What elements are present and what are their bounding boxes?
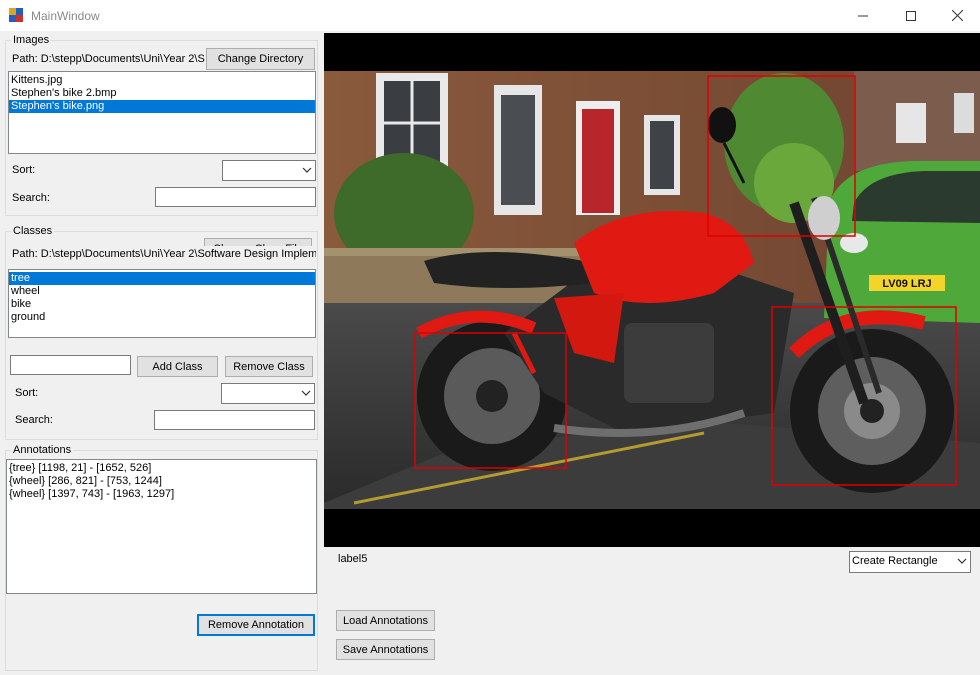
image-list-item[interactable]: Stephen's bike 2.bmp <box>9 87 315 100</box>
change-class-file-button-clip: Change Class File <box>204 238 312 246</box>
remove-annotation-button[interactable]: Remove Annotation <box>197 614 315 636</box>
images-group-legend: Images <box>11 34 52 46</box>
class-list-item[interactable]: bike <box>9 298 315 311</box>
save-annotations-button[interactable]: Save Annotations <box>336 639 435 660</box>
minimize-button[interactable] <box>840 0 886 31</box>
add-class-button[interactable]: Add Class <box>137 356 218 377</box>
class-list-item[interactable]: wheel <box>9 285 315 298</box>
new-class-input[interactable] <box>10 355 131 375</box>
close-button[interactable] <box>934 0 980 31</box>
minimize-icon <box>858 15 868 16</box>
chevron-down-icon <box>301 390 311 396</box>
change-class-file-button[interactable]: Change Class File <box>204 238 312 246</box>
annotations-group-legend: Annotations <box>11 444 74 456</box>
classes-group-legend: Classes <box>11 225 55 237</box>
annotations-listbox[interactable]: {tree} [1198, 21] - [1652, 526] {wheel} [… <box>6 459 317 594</box>
classes-search-input[interactable] <box>154 410 315 430</box>
load-annotations-button[interactable]: Load Annotations <box>336 610 435 631</box>
classes-listbox[interactable]: tree wheel bike ground <box>8 269 316 338</box>
classes-search-label: Search: <box>15 414 53 426</box>
title-bar: MainWindow <box>0 0 980 31</box>
photo-image: LV09 LRJ <box>324 71 980 509</box>
letterbox-bottom <box>324 509 980 547</box>
letterbox-top <box>324 33 980 71</box>
class-list-item[interactable]: ground <box>9 311 315 324</box>
status-label: label5 <box>338 553 368 565</box>
image-viewer[interactable]: LV09 LRJ <box>324 33 980 547</box>
license-plate-text: LV09 LRJ <box>882 278 931 290</box>
app-icon <box>9 8 23 22</box>
images-path-label: Path: D:\stepp\Documents\Uni\Year 2\S <box>12 53 205 65</box>
close-icon <box>951 10 963 21</box>
classes-path-label: Path: D:\stepp\Documents\Uni\Year 2\Soft… <box>12 248 316 260</box>
annotation-list-item[interactable]: {tree} [1198, 21] - [1652, 526] <box>7 462 316 475</box>
tool-dropdown[interactable]: Create Rectangle <box>849 551 971 573</box>
tool-dropdown-value: Create Rectangle <box>852 555 938 567</box>
images-search-label: Search: <box>12 192 50 204</box>
classes-sort-dropdown[interactable] <box>221 383 315 404</box>
chevron-down-icon <box>302 167 312 173</box>
maximize-icon <box>906 10 916 21</box>
annotation-list-item[interactable]: {wheel} [1397, 743] - [1963, 1297] <box>7 488 316 501</box>
images-sort-label: Sort: <box>12 164 36 176</box>
chevron-down-icon <box>957 558 967 564</box>
photo-canvas[interactable]: LV09 LRJ <box>324 33 980 547</box>
images-listbox[interactable]: Kittens.jpg Stephen's bike 2.bmp Stephen's… <box>8 71 316 154</box>
classes-sort-label: Sort: <box>15 387 39 399</box>
class-list-item[interactable]: tree <box>9 272 315 285</box>
maximize-button[interactable] <box>888 0 934 31</box>
image-list-item[interactable]: Kittens.jpg <box>9 74 315 87</box>
annotation-list-item[interactable]: {wheel} [286, 821] - [753, 1244] <box>7 475 316 488</box>
window-title: MainWindow <box>31 9 100 23</box>
image-list-item[interactable]: Stephen's bike.png <box>9 100 315 113</box>
change-directory-button[interactable]: Change Directory <box>206 48 315 70</box>
remove-class-button[interactable]: Remove Class <box>225 356 313 377</box>
images-sort-dropdown[interactable] <box>222 160 316 181</box>
images-search-input[interactable] <box>155 187 316 207</box>
